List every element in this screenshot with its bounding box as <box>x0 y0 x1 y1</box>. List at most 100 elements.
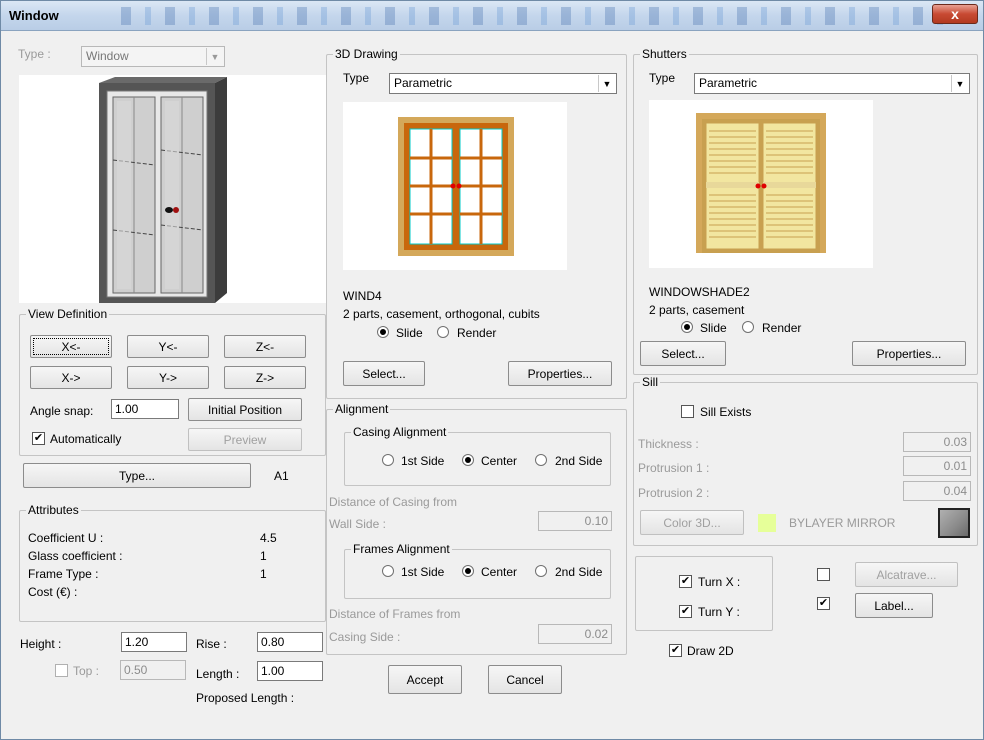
sill-color-name: BYLAYER MIRROR <box>789 516 896 530</box>
shutters-type-select[interactable]: Parametric ▼ <box>694 73 970 94</box>
height-input[interactable]: 1.20 <box>121 632 187 652</box>
drawing3d-slide-radio[interactable] <box>377 326 389 338</box>
drawing3d-select-button[interactable]: Select... <box>343 361 425 386</box>
title-bar[interactable]: Window x <box>1 1 983 31</box>
cancel-button[interactable]: Cancel <box>488 665 562 694</box>
frames-1st-side-label: 1st Side <box>401 565 445 579</box>
angle-snap-label: Angle snap: <box>30 404 94 418</box>
frames-center-label: Center <box>481 565 518 579</box>
cost-label: Cost (€) : <box>28 585 78 599</box>
draw-2d-checkbox[interactable]: ✔ <box>669 644 682 657</box>
automatically-checkbox[interactable]: ✔ <box>32 432 45 445</box>
shutters-render-radio[interactable] <box>742 321 754 333</box>
casing-center-label: Center <box>481 454 518 468</box>
sill-color-3d-button[interactable]: Color 3D... <box>640 510 744 535</box>
window-title: Window <box>9 8 59 23</box>
drawing3d-render-radio[interactable] <box>437 326 449 338</box>
drawing3d-slide-label: Slide <box>396 326 423 340</box>
view-x-plus-button[interactable]: X-> <box>30 366 112 389</box>
sill-thickness-input[interactable]: 0.03 <box>903 432 971 452</box>
sill-protrusion1-input[interactable]: 0.01 <box>903 456 971 476</box>
wall-side-label: Wall Side : <box>329 517 386 531</box>
casing-2nd-side-label: 2nd Side <box>555 454 603 468</box>
drawing3d-properties-button[interactable]: Properties... <box>508 361 612 386</box>
turn-y-checkbox[interactable]: ✔ <box>679 605 692 618</box>
rise-input[interactable]: 0.80 <box>257 632 323 652</box>
window-elevation-image <box>398 117 514 256</box>
draw-2d-label: Draw 2D <box>687 644 734 658</box>
turn-x-checkbox[interactable]: ✔ <box>679 575 692 588</box>
view-z-minus-button[interactable]: Z<- <box>224 335 306 358</box>
shutters-select-button[interactable]: Select... <box>640 341 726 366</box>
alcatrave-checkbox[interactable] <box>817 568 830 581</box>
rise-label: Rise : <box>196 637 227 651</box>
title-bar-decoration <box>121 7 951 25</box>
sill-thickness-label: Thickness : <box>638 437 699 451</box>
casing-alignment-legend: Casing Alignment <box>351 425 449 439</box>
type-button[interactable]: Type... <box>23 463 251 488</box>
turn-y-label: Turn Y : <box>698 605 740 619</box>
shutters-slide-label: Slide <box>700 321 727 335</box>
casing-side-label: Casing Side : <box>329 630 401 644</box>
chevron-down-icon: ▼ <box>598 75 615 92</box>
length-label: Length : <box>196 667 240 681</box>
window-dialog: Window x Type : Window ▼ View Definition… <box>0 0 984 740</box>
wall-side-input[interactable]: 0.10 <box>538 511 612 531</box>
view-y-plus-button[interactable]: Y-> <box>127 366 209 389</box>
glass-coefficient-label: Glass coefficient : <box>28 549 123 563</box>
chevron-down-icon: ▼ <box>951 75 968 92</box>
sill-exists-checkbox[interactable] <box>681 405 694 418</box>
distance-casing-label: Distance of Casing from <box>329 495 458 509</box>
drawing3d-name: WIND4 <box>343 289 382 303</box>
coefficient-u-label: Coefficient U : <box>28 531 104 545</box>
label-button[interactable]: Label... <box>855 593 933 618</box>
drawing3d-type-select[interactable]: Parametric ▼ <box>389 73 617 94</box>
drawing3d-type-value: Parametric <box>394 76 453 90</box>
sill-color-sample[interactable] <box>938 508 970 538</box>
view-y-minus-button[interactable]: Y<- <box>127 335 209 358</box>
sill-color-swatch <box>758 514 776 532</box>
shutters-name: WINDOWSHADE2 <box>649 285 750 299</box>
initial-position-button[interactable]: Initial Position <box>188 398 302 421</box>
drawing3d-preview <box>343 102 567 270</box>
coefficient-u-value: 4.5 <box>260 531 277 545</box>
length-input[interactable]: 1.00 <box>257 661 323 681</box>
shutters-preview <box>649 100 873 268</box>
accept-button[interactable]: Accept <box>388 665 462 694</box>
shutters-slide-radio[interactable] <box>681 321 693 333</box>
alcatrave-button[interactable]: Alcatrave... <box>855 562 958 587</box>
casing-1st-side-label: 1st Side <box>401 454 445 468</box>
proposed-length-label: Proposed Length : <box>196 691 295 705</box>
sill-protrusion1-label: Protrusion 1 : <box>638 461 710 475</box>
sill-protrusion2-input[interactable]: 0.04 <box>903 481 971 501</box>
casing-side-input[interactable]: 0.02 <box>538 624 612 644</box>
frames-1st-side-radio[interactable] <box>382 565 394 577</box>
shutters-properties-button[interactable]: Properties... <box>852 341 966 366</box>
angle-snap-input[interactable]: 1.00 <box>111 399 179 419</box>
frames-center-radio[interactable] <box>462 565 474 577</box>
type-select[interactable]: Window ▼ <box>81 46 225 67</box>
sill-protrusion2-label: Protrusion 2 : <box>638 486 710 500</box>
drawing3d-description: 2 parts, casement, orthogonal, cubits <box>343 307 540 321</box>
shutters-render-label: Render <box>762 321 802 335</box>
preview-button[interactable]: Preview <box>188 428 302 451</box>
top-input[interactable]: 0.50 <box>120 660 186 680</box>
height-label: Height : <box>20 637 62 651</box>
attributes-group: Attributes <box>19 503 326 622</box>
type-code-text: A1 <box>274 469 289 483</box>
frames-2nd-side-radio[interactable] <box>535 565 547 577</box>
glass-coefficient-value: 1 <box>260 549 267 563</box>
casing-center-radio[interactable] <box>462 454 474 466</box>
top-checkbox[interactable] <box>55 664 68 677</box>
drawing3d-type-label: Type <box>343 71 370 85</box>
view-definition-legend: View Definition <box>26 307 110 321</box>
close-button[interactable]: x <box>932 4 978 24</box>
top-label: Top : <box>73 664 100 678</box>
label-checkbox[interactable]: ✔ <box>817 597 830 610</box>
view-x-minus-button[interactable]: X<- <box>30 335 112 358</box>
casing-1st-side-radio[interactable] <box>382 454 394 466</box>
casing-2nd-side-radio[interactable] <box>535 454 547 466</box>
view-z-plus-button[interactable]: Z-> <box>224 366 306 389</box>
turn-group <box>635 556 773 631</box>
frames-2nd-side-label: 2nd Side <box>555 565 603 579</box>
